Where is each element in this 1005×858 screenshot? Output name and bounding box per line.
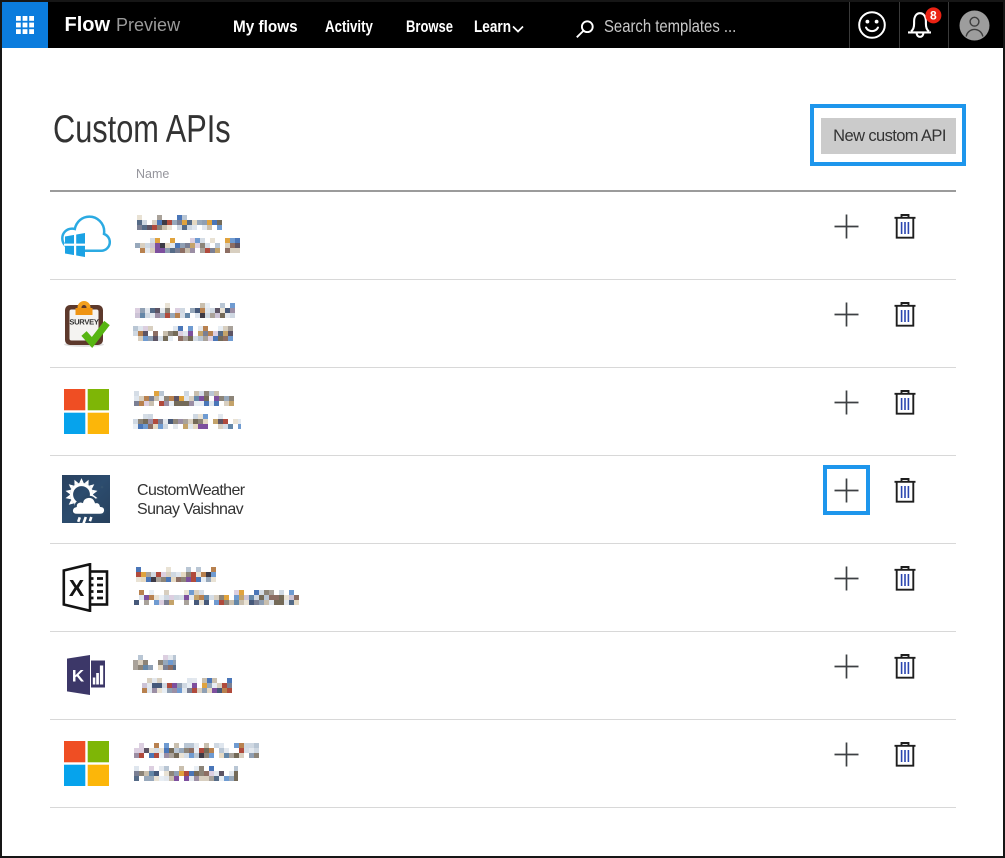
svg-text:X: X [69,575,85,601]
svg-text:K: K [72,667,85,686]
svg-text:SURVEY: SURVEY [69,317,99,326]
svg-text:8: 8 [930,9,937,23]
